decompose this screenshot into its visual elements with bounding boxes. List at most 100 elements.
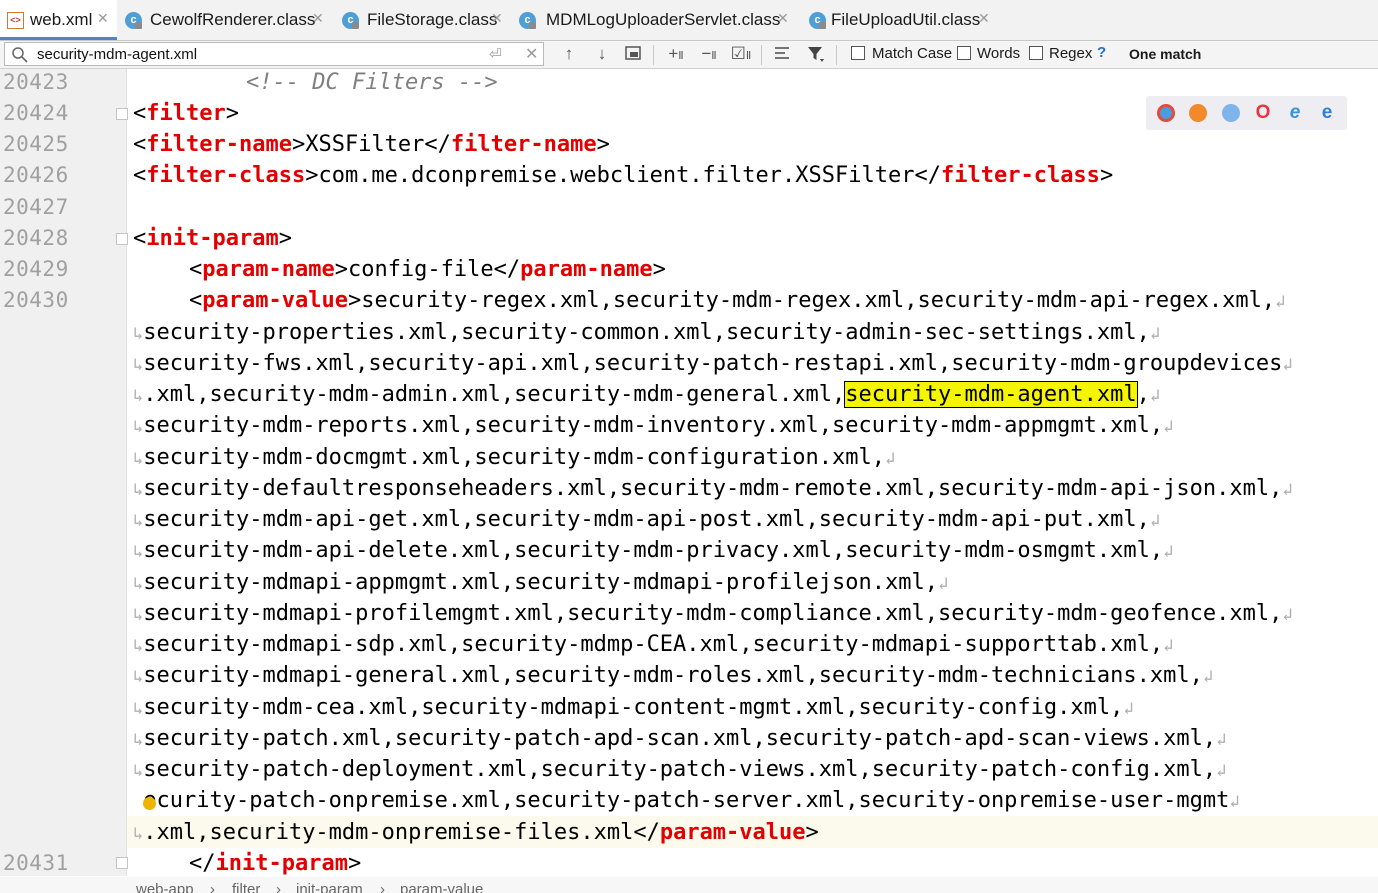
xml-text: security-mdmapi-sdp.xml,security-mdmp-CE… xyxy=(143,632,1164,657)
soft-wrap-icon: ↲ xyxy=(1123,699,1134,719)
select-all-occurrences-icon[interactable] xyxy=(621,44,645,66)
line-number: 20426 xyxy=(3,163,69,187)
code-line: <!-- DC Filters --> xyxy=(246,67,498,98)
close-icon[interactable]: ✕ xyxy=(97,10,109,27)
close-icon[interactable]: ✕ xyxy=(978,10,990,27)
breadcrumb-item[interactable]: param-value xyxy=(400,881,483,893)
tab-cewolfrenderer[interactable]: c CewolfRenderer.class ✕ xyxy=(118,0,334,40)
xml-text: security-mdm-reports.xml,security-mdm-in… xyxy=(143,413,1164,438)
ie-icon[interactable]: e xyxy=(1286,103,1304,122)
code-line: <filter> xyxy=(133,98,239,129)
soft-wrap-icon: ↲ xyxy=(1282,605,1293,625)
class-file-icon: c xyxy=(519,12,536,29)
close-icon[interactable]: ✕ xyxy=(777,10,789,27)
xml-tag: param-name xyxy=(520,257,653,282)
breadcrumb-item[interactable]: filter xyxy=(232,881,260,893)
code-line: </init-param> xyxy=(189,851,362,876)
fold-marker-icon[interactable] xyxy=(116,857,128,869)
tab-label: FileStorage.class xyxy=(367,10,498,29)
xml-comment: <!-- DC Filters --> xyxy=(246,70,498,95)
wrapped-line: ↳security-defaultresponseheaders.xml,sec… xyxy=(133,473,1293,504)
multiline-icon[interactable] xyxy=(770,44,794,66)
tab-mdmloguploaderservlet[interactable]: c MDMLogUploaderServlet.class ✕ xyxy=(512,0,800,40)
wrapped-line: ↳security-mdm-api-delete.xml,security-md… xyxy=(133,535,1173,566)
xml-text: security-mdm-api-delete.xml,security-mdm… xyxy=(143,538,1164,563)
intention-bulb-icon[interactable] xyxy=(143,797,156,810)
soft-wrap-icon: ↲ xyxy=(1275,292,1286,312)
wrapped-line: ↳security-mdmapi-general.xml,security-md… xyxy=(133,660,1213,691)
class-file-icon: c xyxy=(342,12,359,29)
xml-tag: filter-class xyxy=(146,163,306,188)
firefox-icon[interactable] xyxy=(1189,104,1207,122)
xml-tag: init-param xyxy=(215,851,348,876)
search-match-highlight: security-mdm-agent.xml xyxy=(844,381,1138,408)
line-number: 20427 xyxy=(3,195,69,219)
words-label[interactable]: Words xyxy=(977,45,1020,62)
wrapped-line: ↳.xml,security-mdm-onpremise-files.xml</… xyxy=(133,820,819,845)
line-number: 20425 xyxy=(3,132,69,156)
arrow-down-icon[interactable]: ↓ xyxy=(590,44,614,66)
line-number: 20428 xyxy=(3,226,69,250)
soft-wrap-icon: ↲ xyxy=(1149,324,1161,344)
select-all-icon[interactable]: ☑Ⅱ xyxy=(729,44,753,66)
clear-icon[interactable]: ✕ xyxy=(525,44,538,64)
regex-label[interactable]: Regex xyxy=(1049,45,1092,62)
wrapped-line: ↳security-mdm-api-get.xml,security-mdm-a… xyxy=(133,504,1160,535)
soft-wrap-icon: ↲ xyxy=(1202,667,1214,687)
soft-wrap-continuation-icon: ↳ xyxy=(133,824,144,844)
opera-icon[interactable]: O xyxy=(1254,103,1272,122)
close-icon[interactable]: ✕ xyxy=(491,10,503,27)
search-icon xyxy=(12,47,28,63)
regex-help-link[interactable]: ? xyxy=(1097,44,1106,61)
chevron-right-icon: › xyxy=(276,881,281,893)
line-number-gutter xyxy=(0,69,127,876)
soft-wrap-continuation-icon xyxy=(133,792,143,812)
toolbar-separator xyxy=(761,45,762,65)
xml-tag: filter-name xyxy=(146,132,292,157)
new-line-icon[interactable]: ⏎ xyxy=(489,45,502,63)
tab-label: FileUploadUtil.class xyxy=(831,10,981,29)
search-input[interactable] xyxy=(37,44,477,64)
fold-marker-icon[interactable] xyxy=(116,233,128,245)
soft-wrap-continuation-icon: ↳ xyxy=(133,574,144,594)
find-bar: ⏎ ✕ ↑ ↓ +Ⅱ −Ⅱ ☑Ⅱ Match Case Words Regex … xyxy=(0,41,1378,69)
soft-wrap-continuation-icon: ↳ xyxy=(133,605,144,625)
soft-wrap-continuation-icon: ↳ xyxy=(133,386,144,406)
regex-checkbox[interactable] xyxy=(1029,46,1043,60)
close-icon[interactable]: ✕ xyxy=(312,10,324,27)
match-case-checkbox[interactable] xyxy=(851,46,865,60)
arrow-up-icon[interactable]: ↑ xyxy=(557,44,581,66)
add-selection-icon[interactable]: +Ⅱ xyxy=(664,44,688,66)
tab-fileuploadutil[interactable]: c FileUploadUtil.class ✕ xyxy=(801,0,1001,40)
wrapped-line: ↳security-mdmapi-sdp.xml,security-mdmp-C… xyxy=(133,629,1173,660)
remove-selection-icon[interactable]: −Ⅱ xyxy=(697,44,721,66)
xml-tag: param-value xyxy=(659,820,806,845)
xml-text: .xml,security-mdm-admin.xml,security-mdm… xyxy=(143,382,846,407)
tab-web-xml[interactable]: <> web.xml ✕ xyxy=(0,0,117,40)
xml-text: security-mdm-cea.xml,security-mdmapi-con… xyxy=(143,695,1124,720)
match-case-label[interactable]: Match Case xyxy=(872,45,952,62)
xml-text: XSSFilter xyxy=(305,132,425,157)
breadcrumb-item[interactable]: web-app xyxy=(136,881,194,893)
edge-icon[interactable]: e xyxy=(1318,103,1336,122)
soft-wrap-continuation-icon: ↳ xyxy=(133,761,144,781)
tab-label: CewolfRenderer.class xyxy=(150,10,316,29)
chrome-icon[interactable] xyxy=(1157,104,1175,122)
soft-wrap-continuation-icon: ↳ xyxy=(133,511,144,531)
xml-tag: filter xyxy=(146,101,226,126)
line-number: 20431 xyxy=(3,851,69,875)
soft-wrap-continuation-icon: ↳ xyxy=(133,667,144,687)
tab-filestorage[interactable]: c FileStorage.class ✕ xyxy=(335,0,511,40)
safari-icon[interactable] xyxy=(1222,104,1240,122)
line-number: 20430 xyxy=(3,288,69,312)
code-line: <filter-class>com.me.dconpremise.webclie… xyxy=(133,163,1114,188)
soft-wrap-icon: ↲ xyxy=(1149,386,1161,406)
soft-wrap-continuation-icon: ↳ xyxy=(133,324,144,344)
wrapped-line: ↳security-properties.xml,security-common… xyxy=(133,317,1160,348)
line-number: 20424 xyxy=(3,101,69,125)
breadcrumb-item[interactable]: init-param xyxy=(296,881,363,893)
words-checkbox[interactable] xyxy=(957,46,971,60)
wrapped-line: ↳security-mdmapi-appmgmt.xml,security-md… xyxy=(133,567,948,598)
fold-marker-icon[interactable] xyxy=(116,108,128,120)
filter-icon[interactable] xyxy=(804,44,828,66)
